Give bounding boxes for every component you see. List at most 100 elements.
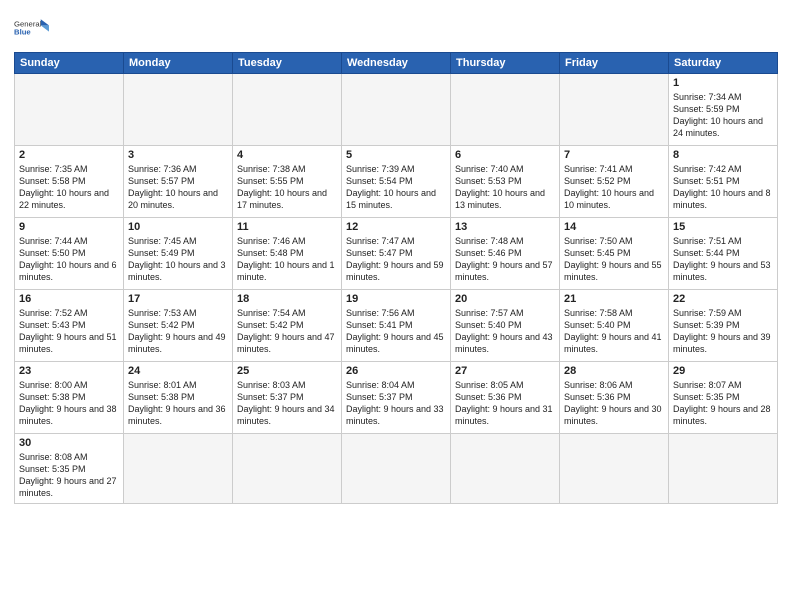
day-number: 14 <box>564 221 664 233</box>
week-row-2: 2Sunrise: 7:35 AM Sunset: 5:58 PM Daylig… <box>15 146 778 218</box>
day-info: Sunrise: 7:42 AM Sunset: 5:51 PM Dayligh… <box>673 163 773 212</box>
day-cell: 7 Sunrise: 7:41 AM Sunset: 5:52 PM Daylig… <box>560 146 669 218</box>
day-cell: 29 Sunrise: 8:07 AM Sunset: 5:35 PM Dayli… <box>669 362 778 434</box>
day-cell: 24Sunrise: 8:01 AM Sunset: 5:38 PM Dayli… <box>124 362 233 434</box>
day-number: 4 <box>237 149 337 161</box>
day-number: 11 <box>237 221 337 233</box>
day-cell: 27 Sunrise: 8:05 AM Sunset: 5:36 PM Dayli… <box>451 362 560 434</box>
header: GeneralBlue <box>14 10 778 46</box>
day-info: Sunrise: 7:59 AM Sunset: 5:39 PM Dayligh… <box>673 307 773 356</box>
day-cell <box>342 74 451 146</box>
day-cell: 6 Sunrise: 7:40 AM Sunset: 5:53 PM Daylig… <box>451 146 560 218</box>
week-row-5: 23 Sunrise: 8:00 AM Sunset: 5:38 PM Dayli… <box>15 362 778 434</box>
day-number: 10 <box>128 221 228 233</box>
week-row-4: 16 Sunrise: 7:52 AM Sunset: 5:43 PM Dayli… <box>15 290 778 362</box>
day-cell <box>124 74 233 146</box>
day-info: Sunrise: 7:52 AM Sunset: 5:43 PM Dayligh… <box>19 307 119 356</box>
day-cell <box>560 434 669 504</box>
weekday-header-monday: Monday <box>124 53 233 74</box>
day-cell <box>124 434 233 504</box>
day-number: 26 <box>346 365 446 377</box>
day-info: Sunrise: 8:08 AM Sunset: 5:35 PM Dayligh… <box>19 451 119 500</box>
day-number: 7 <box>564 149 664 161</box>
day-cell <box>560 74 669 146</box>
day-number: 23 <box>19 365 119 377</box>
day-cell: 25 Sunrise: 8:03 AM Sunset: 5:37 PM Dayli… <box>233 362 342 434</box>
logo-icon: GeneralBlue <box>14 10 50 46</box>
day-cell <box>233 74 342 146</box>
svg-text:General: General <box>14 19 42 28</box>
day-cell: 15 Sunrise: 7:51 AM Sunset: 5:44 PM Dayli… <box>669 218 778 290</box>
day-number: 29 <box>673 365 773 377</box>
day-info: Sunrise: 8:05 AM Sunset: 5:36 PM Dayligh… <box>455 379 555 428</box>
day-cell: 30 Sunrise: 8:08 AM Sunset: 5:35 PM Dayli… <box>15 434 124 504</box>
day-number: 24 <box>128 365 228 377</box>
day-cell: 9Sunrise: 7:44 AM Sunset: 5:50 PM Daylig… <box>15 218 124 290</box>
day-info: Sunrise: 7:38 AM Sunset: 5:55 PM Dayligh… <box>237 163 337 212</box>
day-cell: 26 Sunrise: 8:04 AM Sunset: 5:37 PM Dayli… <box>342 362 451 434</box>
day-info: Sunrise: 7:51 AM Sunset: 5:44 PM Dayligh… <box>673 235 773 284</box>
day-info: Sunrise: 8:03 AM Sunset: 5:37 PM Dayligh… <box>237 379 337 428</box>
day-number: 6 <box>455 149 555 161</box>
day-number: 15 <box>673 221 773 233</box>
day-cell: 28Sunrise: 8:06 AM Sunset: 5:36 PM Dayli… <box>560 362 669 434</box>
day-info: Sunrise: 8:00 AM Sunset: 5:38 PM Dayligh… <box>19 379 119 428</box>
day-cell: 16 Sunrise: 7:52 AM Sunset: 5:43 PM Dayli… <box>15 290 124 362</box>
day-number: 12 <box>346 221 446 233</box>
day-number: 22 <box>673 293 773 305</box>
calendar: SundayMondayTuesdayWednesdayThursdayFrid… <box>14 52 778 504</box>
day-cell <box>451 434 560 504</box>
svg-text:Blue: Blue <box>14 28 31 37</box>
day-info: Sunrise: 7:41 AM Sunset: 5:52 PM Dayligh… <box>564 163 664 212</box>
day-cell: 12 Sunrise: 7:47 AM Sunset: 5:47 PM Dayli… <box>342 218 451 290</box>
day-cell: 20 Sunrise: 7:57 AM Sunset: 5:40 PM Dayli… <box>451 290 560 362</box>
day-number: 30 <box>19 437 119 449</box>
day-number: 2 <box>19 149 119 161</box>
day-number: 1 <box>673 77 773 89</box>
day-cell: 13 Sunrise: 7:48 AM Sunset: 5:46 PM Dayli… <box>451 218 560 290</box>
day-cell: 10Sunrise: 7:45 AM Sunset: 5:49 PM Dayli… <box>124 218 233 290</box>
day-info: Sunrise: 8:07 AM Sunset: 5:35 PM Dayligh… <box>673 379 773 428</box>
day-cell <box>15 74 124 146</box>
week-row-6: 30 Sunrise: 8:08 AM Sunset: 5:35 PM Dayli… <box>15 434 778 504</box>
day-cell <box>451 74 560 146</box>
day-number: 27 <box>455 365 555 377</box>
day-number: 18 <box>237 293 337 305</box>
day-number: 16 <box>19 293 119 305</box>
day-number: 13 <box>455 221 555 233</box>
day-info: Sunrise: 7:50 AM Sunset: 5:45 PM Dayligh… <box>564 235 664 284</box>
day-info: Sunrise: 7:48 AM Sunset: 5:46 PM Dayligh… <box>455 235 555 284</box>
week-row-1: 1 Sunrise: 7:34 AM Sunset: 5:59 PM Daylig… <box>15 74 778 146</box>
day-number: 28 <box>564 365 664 377</box>
day-number: 3 <box>128 149 228 161</box>
weekday-header-friday: Friday <box>560 53 669 74</box>
day-number: 5 <box>346 149 446 161</box>
day-info: Sunrise: 7:47 AM Sunset: 5:47 PM Dayligh… <box>346 235 446 284</box>
day-cell: 21 Sunrise: 7:58 AM Sunset: 5:40 PM Dayli… <box>560 290 669 362</box>
day-cell: 1 Sunrise: 7:34 AM Sunset: 5:59 PM Daylig… <box>669 74 778 146</box>
day-cell: 8 Sunrise: 7:42 AM Sunset: 5:51 PM Daylig… <box>669 146 778 218</box>
day-cell: 4 Sunrise: 7:38 AM Sunset: 5:55 PM Daylig… <box>233 146 342 218</box>
week-row-3: 9Sunrise: 7:44 AM Sunset: 5:50 PM Daylig… <box>15 218 778 290</box>
day-info: Sunrise: 7:36 AM Sunset: 5:57 PM Dayligh… <box>128 163 228 212</box>
day-cell: 2Sunrise: 7:35 AM Sunset: 5:58 PM Daylig… <box>15 146 124 218</box>
weekday-header-tuesday: Tuesday <box>233 53 342 74</box>
day-cell: 23 Sunrise: 8:00 AM Sunset: 5:38 PM Dayli… <box>15 362 124 434</box>
weekday-header-sunday: Sunday <box>15 53 124 74</box>
day-info: Sunrise: 7:53 AM Sunset: 5:42 PM Dayligh… <box>128 307 228 356</box>
day-info: Sunrise: 7:57 AM Sunset: 5:40 PM Dayligh… <box>455 307 555 356</box>
day-info: Sunrise: 7:34 AM Sunset: 5:59 PM Dayligh… <box>673 91 773 140</box>
day-number: 25 <box>237 365 337 377</box>
day-info: Sunrise: 7:39 AM Sunset: 5:54 PM Dayligh… <box>346 163 446 212</box>
day-number: 21 <box>564 293 664 305</box>
day-info: Sunrise: 7:40 AM Sunset: 5:53 PM Dayligh… <box>455 163 555 212</box>
day-cell: 22 Sunrise: 7:59 AM Sunset: 5:39 PM Dayli… <box>669 290 778 362</box>
day-info: Sunrise: 7:58 AM Sunset: 5:40 PM Dayligh… <box>564 307 664 356</box>
day-cell: 11Sunrise: 7:46 AM Sunset: 5:48 PM Dayli… <box>233 218 342 290</box>
day-info: Sunrise: 8:04 AM Sunset: 5:37 PM Dayligh… <box>346 379 446 428</box>
day-number: 8 <box>673 149 773 161</box>
weekday-header-thursday: Thursday <box>451 53 560 74</box>
day-info: Sunrise: 7:44 AM Sunset: 5:50 PM Dayligh… <box>19 235 119 284</box>
day-number: 20 <box>455 293 555 305</box>
day-cell: 17Sunrise: 7:53 AM Sunset: 5:42 PM Dayli… <box>124 290 233 362</box>
